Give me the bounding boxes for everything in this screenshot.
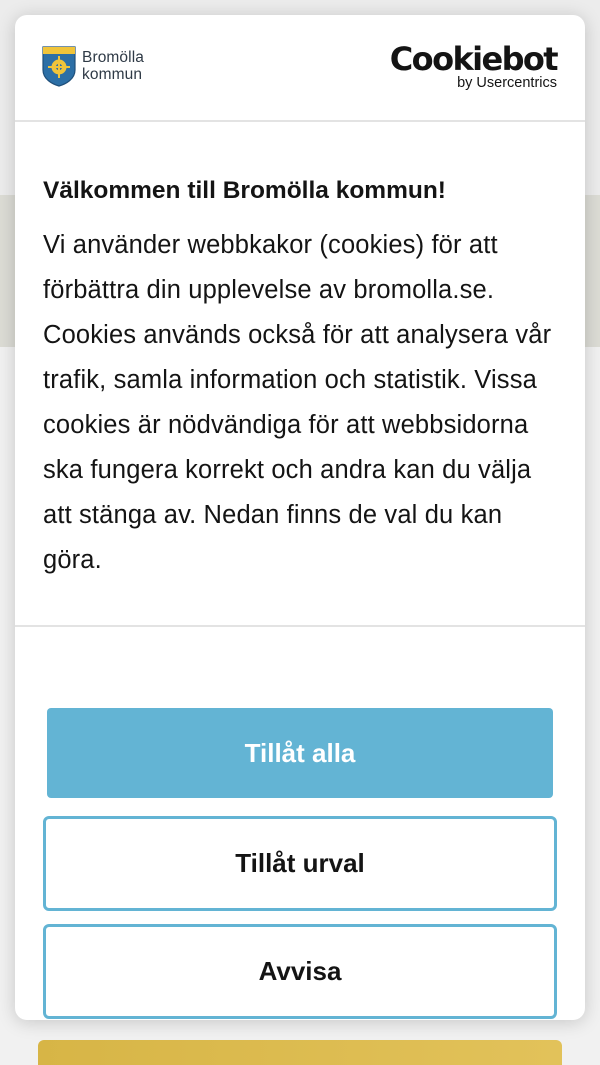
brand-name: Bromölla kommun [82, 49, 144, 83]
cookiebot-wordmark: Cookiebot [389, 40, 559, 78]
allow-all-button[interactable]: Tillåt alla [47, 708, 553, 798]
deny-button[interactable]: Avvisa [43, 924, 557, 1019]
brand-name-line2: kommun [82, 66, 143, 83]
dialog-header: Bromölla kommun Cookiebot by Usercentric… [15, 15, 585, 122]
cookiebot-tagline: by Usercentrics [457, 75, 557, 91]
consent-title: Välkommen till Bromölla kommun! [43, 177, 446, 204]
cookiebot-logo[interactable]: Cookiebot by Usercentrics [389, 40, 559, 91]
content-divider [15, 625, 585, 627]
cookie-consent-dialog: Bromölla kommun Cookiebot by Usercentric… [15, 15, 585, 1020]
brand-name-line1: Bromölla [82, 49, 144, 66]
background-page-gold-bar [38, 1040, 562, 1065]
consent-text-scroll-area[interactable]: Välkommen till Bromölla kommun! Vi använ… [43, 175, 553, 615]
bromolla-logo: Bromölla kommun [42, 45, 144, 87]
bromolla-crest-icon [42, 46, 76, 87]
consent-body-text: Vi använder webbkakor (cookies) för att … [43, 231, 552, 574]
allow-selection-button[interactable]: Tillåt urval [43, 816, 557, 911]
